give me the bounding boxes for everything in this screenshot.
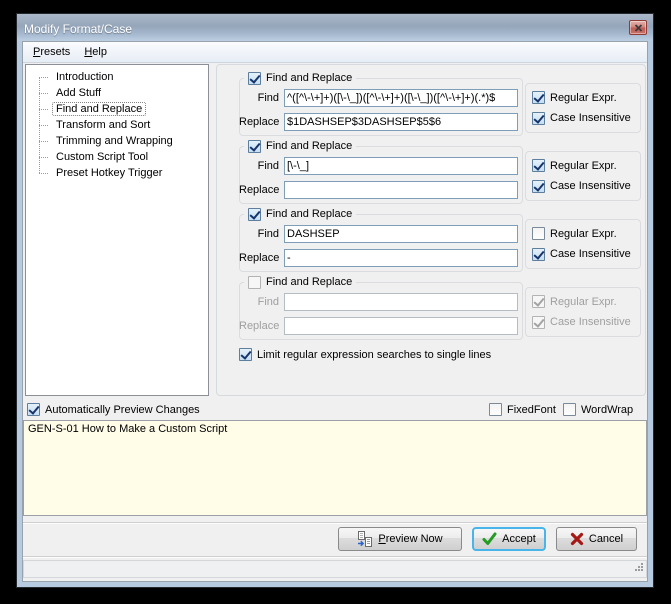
case-insensitive-checkbox[interactable]: Case Insensitive — [532, 248, 640, 261]
group-legend: Find and Replace — [244, 139, 356, 153]
resize-grip[interactable] — [633, 561, 644, 575]
replace-input[interactable] — [284, 113, 518, 131]
checkbox-indicator — [532, 316, 545, 329]
window-frame: Presets Help Introduction Add Stuff Find… — [17, 41, 653, 587]
x-icon — [570, 532, 584, 546]
button-row: Preview Now Accept Cancel — [23, 527, 647, 551]
find-label: Find — [239, 228, 279, 240]
checkbox-indicator — [532, 112, 545, 125]
checkbox-indicator — [532, 227, 545, 240]
preview-now-icon — [357, 531, 373, 547]
main-panel: Find and Replace Find Replace Regular Ex… — [216, 64, 646, 396]
statusbar — [23, 560, 647, 578]
checkbox-indicator — [532, 91, 545, 104]
sidebar-item-transform-and-sort[interactable]: Transform and Sort — [26, 117, 208, 133]
find-label: Find — [239, 160, 279, 172]
replace-label: Replace — [239, 116, 279, 128]
menu-item-help[interactable]: Help — [77, 44, 114, 60]
regular-expr-checkbox: Regular Expr. — [532, 295, 640, 308]
auto-preview-checkbox[interactable]: Automatically Preview Changes — [27, 403, 200, 416]
sidebar-item-custom-script-tool[interactable]: Custom Script Tool — [26, 149, 208, 165]
group-legend-label: Find and Replace — [266, 208, 352, 220]
titlebar[interactable]: Modify Format/Case — [17, 14, 653, 41]
find-input[interactable] — [284, 157, 518, 175]
sidebar-item-add-stuff[interactable]: Add Stuff — [26, 85, 208, 101]
group-options-panel: Regular Expr. Case Insensitive — [525, 219, 641, 269]
fixed-font-checkbox[interactable]: FixedFont — [489, 403, 556, 416]
accept-button[interactable]: Accept — [472, 527, 546, 551]
group-enable-checkbox[interactable] — [248, 208, 261, 221]
checkbox-indicator — [239, 348, 252, 361]
group-legend: Find and Replace — [244, 275, 356, 289]
cancel-button[interactable]: Cancel — [556, 527, 637, 551]
window-title: Modify Format/Case — [17, 20, 132, 36]
find-input[interactable] — [284, 89, 518, 107]
find-replace-group-2: Find and Replace Find Replace Regular Ex… — [217, 139, 647, 207]
group-legend: Find and Replace — [244, 207, 356, 221]
checkbox-indicator — [532, 295, 545, 308]
group-options-panel: Regular Expr. Case Insensitive — [525, 287, 641, 337]
replace-input — [284, 317, 518, 335]
case-insensitive-checkbox[interactable]: Case Insensitive — [532, 112, 640, 125]
checkbox-indicator — [532, 248, 545, 261]
checkbox-indicator — [489, 403, 502, 416]
find-replace-group-3: Find and Replace Find Replace Regular Ex… — [217, 207, 647, 275]
close-button[interactable] — [629, 20, 647, 35]
group-enable-checkbox[interactable] — [248, 72, 261, 85]
check-icon — [482, 532, 497, 546]
dialog-client-area: Introduction Add Stuff Find and Replace … — [23, 63, 647, 581]
checkbox-indicator — [27, 403, 40, 416]
close-icon — [634, 24, 643, 32]
group-legend-label: Find and Replace — [266, 276, 352, 288]
sidebar-item-introduction[interactable]: Introduction — [26, 69, 208, 85]
group-enable-checkbox[interactable] — [248, 276, 261, 289]
sidebar-item-preset-hotkey-trigger[interactable]: Preset Hotkey Trigger — [26, 165, 208, 181]
checkbox-indicator — [563, 403, 576, 416]
replace-label: Replace — [239, 320, 279, 332]
replace-label: Replace — [239, 252, 279, 264]
sidebar-item-trimming-and-wrapping[interactable]: Trimming and Wrapping — [26, 133, 208, 149]
group-options-panel: Regular Expr. Case Insensitive — [525, 151, 641, 201]
separator — [23, 522, 647, 524]
preview-now-button[interactable]: Preview Now — [338, 527, 462, 551]
find-label: Find — [239, 92, 279, 104]
separator — [23, 556, 647, 558]
preview-textarea[interactable]: GEN-S-01 How to Make a Custom Script — [23, 420, 647, 516]
find-input — [284, 293, 518, 311]
sidebar-tree: Introduction Add Stuff Find and Replace … — [25, 64, 209, 396]
menu-item-presets[interactable]: Presets — [26, 44, 77, 60]
find-replace-group-4: Find and Replace Find Replace Regular Ex… — [217, 275, 647, 343]
group-legend-label: Find and Replace — [266, 140, 352, 152]
word-wrap-checkbox[interactable]: WordWrap — [563, 403, 633, 416]
find-replace-group-1: Find and Replace Find Replace Regular Ex… — [217, 71, 647, 139]
replace-label: Replace — [239, 184, 279, 196]
replace-input[interactable] — [284, 181, 518, 199]
menubar: Presets Help — [23, 42, 647, 63]
dialog-window: Modify Format/Case Presets Help Introduc… — [16, 13, 654, 588]
regular-expr-checkbox[interactable]: Regular Expr. — [532, 227, 640, 240]
regular-expr-checkbox[interactable]: Regular Expr. — [532, 159, 640, 172]
checkbox-indicator — [532, 159, 545, 172]
group-legend-label: Find and Replace — [266, 72, 352, 84]
regular-expr-checkbox[interactable]: Regular Expr. — [532, 91, 640, 104]
group-legend: Find and Replace — [244, 71, 356, 85]
group-options-panel: Regular Expr. Case Insensitive — [525, 83, 641, 133]
replace-input[interactable] — [284, 249, 518, 267]
limit-single-lines-checkbox[interactable]: Limit regular expression searches to sin… — [239, 348, 491, 361]
group-enable-checkbox[interactable] — [248, 140, 261, 153]
window-content: Presets Help Introduction Add Stuff Find… — [22, 41, 648, 582]
case-insensitive-checkbox: Case Insensitive — [532, 316, 640, 329]
sidebar-item-find-and-replace[interactable]: Find and Replace — [26, 101, 208, 117]
case-insensitive-checkbox[interactable]: Case Insensitive — [532, 180, 640, 193]
checkbox-indicator — [532, 180, 545, 193]
find-label: Find — [239, 296, 279, 308]
find-input[interactable] — [284, 225, 518, 243]
